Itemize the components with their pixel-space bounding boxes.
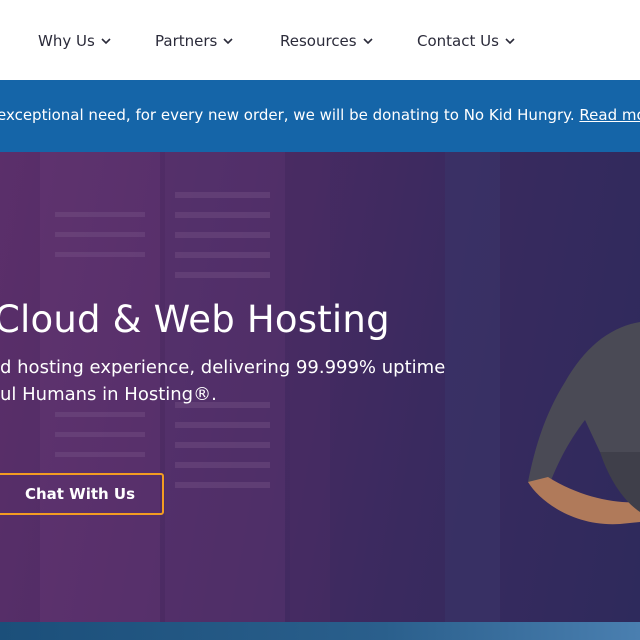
announcement-banner: exceptional need, for every new order, w… (0, 80, 640, 152)
chevron-down-icon (223, 36, 233, 46)
next-section-edge (0, 622, 640, 640)
nav-item-resources[interactable]: Resources (280, 30, 373, 52)
nav-item-contact-us[interactable]: Contact Us (417, 30, 515, 52)
top-navigation: Why Us Partners Resources Contact Us (0, 0, 640, 81)
nav-label: Partners (155, 32, 218, 50)
hero-title: Cloud & Web Hosting (0, 298, 390, 341)
chat-with-us-button[interactable]: Chat With Us (0, 473, 164, 515)
chevron-down-icon (363, 36, 373, 46)
nav-label: Why Us (38, 32, 95, 50)
chevron-down-icon (505, 36, 515, 46)
hero-subtitle-line-1: d hosting experience, delivering 99.999%… (0, 357, 446, 378)
banner-read-more-link[interactable]: Read more a (579, 106, 640, 124)
hero-subtitle-line-2: ul Humans in Hosting®. (0, 384, 217, 405)
nav-item-why-us[interactable]: Why Us (38, 30, 111, 52)
nav-item-partners[interactable]: Partners (155, 30, 233, 52)
chevron-down-icon (101, 36, 111, 46)
hero-section: Cloud & Web Hosting d hosting experience… (0, 152, 640, 622)
nav-label: Resources (280, 32, 357, 50)
banner-message: exceptional need, for every new order, w… (0, 106, 640, 124)
hero-subtitle: d hosting experience, delivering 99.999%… (0, 354, 470, 408)
banner-text: exceptional need, for every new order, w… (0, 106, 575, 124)
nav-label: Contact Us (417, 32, 499, 50)
